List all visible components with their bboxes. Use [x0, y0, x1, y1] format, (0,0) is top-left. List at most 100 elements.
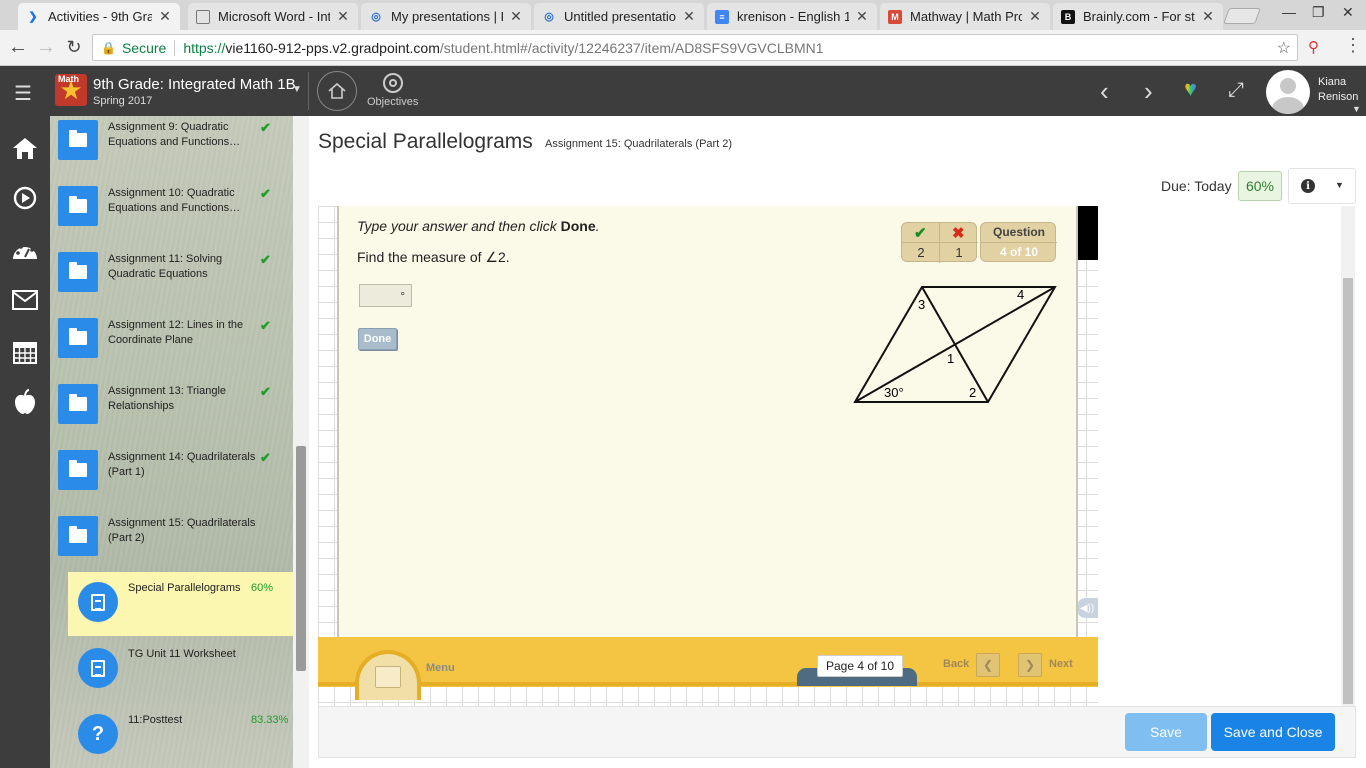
new-tab-button[interactable] [1223, 8, 1261, 24]
next-button[interactable]: ❯ [1018, 653, 1042, 677]
hamburger-menu-icon[interactable]: ☰ [14, 81, 32, 106]
activity-score: 83.33% [251, 714, 289, 726]
dashboard-icon[interactable] [9, 234, 41, 266]
audio-icon[interactable]: ◀)) [1076, 598, 1098, 618]
mathway-icon: M [888, 9, 902, 24]
restore-icon[interactable]: ❐ [1312, 4, 1325, 21]
user-last-name[interactable]: Renison [1318, 91, 1358, 103]
back-arrow-icon[interactable]: ← [6, 36, 30, 59]
assignment-title: Assignment 13: Triangle Relationships [108, 385, 227, 412]
tab-title: Brainly.com - For stu [1083, 9, 1195, 24]
x-icon: ✖ [952, 225, 965, 242]
target-icon[interactable] [383, 73, 403, 93]
assignment-title: Assignment 11: Solving Quadratic Equatio… [108, 253, 223, 280]
activity-frame-edge [1078, 206, 1098, 260]
back-label[interactable]: Back [943, 658, 969, 670]
course-dropdown-icon[interactable]: ▼ [292, 84, 302, 95]
address-bar[interactable]: 🔒 Secure https:// vie1160-912-pps.v2.gra… [92, 34, 1298, 61]
mail-icon[interactable] [9, 284, 41, 316]
objectives-button[interactable]: Objectives [367, 96, 418, 108]
assignment-title: Assignment 12: Lines in the Coordinate P… [108, 319, 244, 346]
forward-arrow-icon[interactable]: → [34, 36, 58, 59]
save-button[interactable]: Save [1125, 713, 1207, 751]
angle-label-3: 3 [918, 297, 925, 312]
play-icon[interactable] [9, 182, 41, 214]
activity-item-tg-worksheet[interactable]: TG Unit 11 Worksheet [68, 638, 293, 702]
angle-label-4: 4 [1017, 287, 1024, 302]
browser-tab-word[interactable]: Microsoft Word - Inte ✕ [188, 3, 358, 30]
user-first-name[interactable]: Kiana [1318, 76, 1346, 88]
next-arrow-icon[interactable]: › [1144, 76, 1153, 107]
browser-menu-icon[interactable]: ⋮ [1344, 36, 1362, 54]
close-icon[interactable]: ✕ [158, 8, 172, 25]
minimize-icon[interactable]: — [1282, 4, 1296, 20]
folder-icon [58, 120, 98, 160]
previous-arrow-icon[interactable]: ‹ [1100, 76, 1109, 107]
assignment-panel: Assignment 9: Quadratic Equations and Fu… [50, 116, 293, 768]
calendar-icon[interactable] [9, 336, 41, 368]
content-scrollbar[interactable] [1341, 206, 1355, 706]
avatar[interactable] [1266, 70, 1310, 114]
browser-tab-my-presentations[interactable]: ◎ My presentations | P ✕ [361, 3, 531, 30]
assignment-item-10[interactable]: Assignment 10: Quadratic Equations and F… [50, 186, 293, 252]
activity-score: 60% [251, 582, 274, 594]
bookmark-star-icon[interactable]: ☆ [1277, 38, 1291, 58]
close-window-icon[interactable]: ✕ [1342, 4, 1354, 21]
info-dropdown-button[interactable]: i ▼ [1288, 168, 1356, 204]
extension-search-icon[interactable]: ⚲ [1308, 38, 1324, 56]
close-icon[interactable]: ✕ [1028, 8, 1042, 25]
assignment-item-12[interactable]: Assignment 12: Lines in the Coordinate P… [50, 318, 293, 384]
scroll-thumb[interactable] [1343, 278, 1353, 704]
user-dropdown-icon[interactable]: ▼ [1352, 104, 1361, 114]
menu-label[interactable]: Menu [426, 662, 455, 674]
done-button[interactable]: Done [358, 328, 397, 350]
activity-title: Special Parallelograms [128, 582, 241, 594]
assignment-item-13[interactable]: Assignment 13: Triangle Relationships ✔ [50, 384, 293, 450]
question-card [337, 206, 1078, 648]
browser-tab-google-doc[interactable]: ≡ krenison - English 1B ✕ [707, 3, 877, 30]
activity-title: TG Unit 11 Worksheet [128, 648, 236, 660]
reload-icon[interactable]: ↻ [62, 37, 86, 58]
browser-tab-activities[interactable]: ❯ Activities - 9th Grade ✕ [18, 3, 180, 30]
next-label[interactable]: Next [1049, 658, 1073, 670]
rainbow-heart-icon[interactable]: ♥ [1184, 78, 1197, 100]
expand-icon[interactable]: ⤢ [1228, 79, 1244, 102]
browser-tab-untitled-presentation[interactable]: ◎ Untitled presentation ✕ [534, 3, 704, 30]
close-icon[interactable]: ✕ [509, 8, 523, 25]
close-icon[interactable]: ✕ [682, 8, 696, 25]
close-icon[interactable]: ✕ [855, 8, 869, 25]
activity-item-posttest[interactable]: ? 11:Posttest 83.33% [68, 704, 293, 768]
chevron-right-icon: ❯ [1024, 658, 1036, 672]
url-scheme: https:// [183, 39, 226, 56]
secure-label: Secure [121, 39, 167, 56]
home-button[interactable] [317, 71, 357, 111]
save-and-close-button[interactable]: Save and Close [1211, 713, 1335, 751]
home-icon[interactable] [9, 132, 41, 164]
check-icon: ✔ [260, 318, 271, 333]
browser-tab-bar: ❯ Activities - 9th Grade ✕ Microsoft Wor… [0, 0, 1366, 30]
degree-unit: ° [400, 288, 405, 303]
assignment-item-11[interactable]: Assignment 11: Solving Quadratic Equatio… [50, 252, 293, 318]
activity-bar-line [318, 682, 1098, 686]
incorrect-count: 1 [955, 245, 963, 260]
browser-tab-mathway[interactable]: M Mathway | Math Prob ✕ [880, 3, 1050, 30]
tab-title: Microsoft Word - Inte [218, 9, 330, 24]
check-icon: ✔ [260, 450, 271, 465]
browser-tab-brainly[interactable]: B Brainly.com - For stu ✕ [1053, 3, 1223, 30]
activity-item-special-parallelograms[interactable]: Special Parallelograms 60% [68, 572, 293, 636]
close-icon[interactable]: ✕ [336, 8, 350, 25]
close-icon[interactable]: ✕ [1201, 8, 1215, 25]
scroll-thumb[interactable] [296, 446, 306, 671]
answer-input[interactable]: ° [359, 284, 412, 307]
assignment-item-14[interactable]: Assignment 14: Quadrilaterals (Part 1) ✔ [50, 450, 293, 516]
assignment-item-9[interactable]: Assignment 9: Quadratic Equations and Fu… [50, 120, 293, 186]
document-icon [196, 9, 210, 24]
parallelogram-figure: 3 4 1 2 30° [853, 286, 1057, 403]
document-icon [78, 582, 118, 622]
course-title[interactable]: 9th Grade: Integrated Math 1B [93, 76, 296, 93]
back-button[interactable]: ❮ [976, 653, 1000, 677]
folder-open-icon [58, 516, 98, 556]
apple-icon[interactable] [9, 386, 41, 418]
panel-scrollbar[interactable] [293, 116, 309, 768]
correct-count: 2 [917, 245, 925, 260]
